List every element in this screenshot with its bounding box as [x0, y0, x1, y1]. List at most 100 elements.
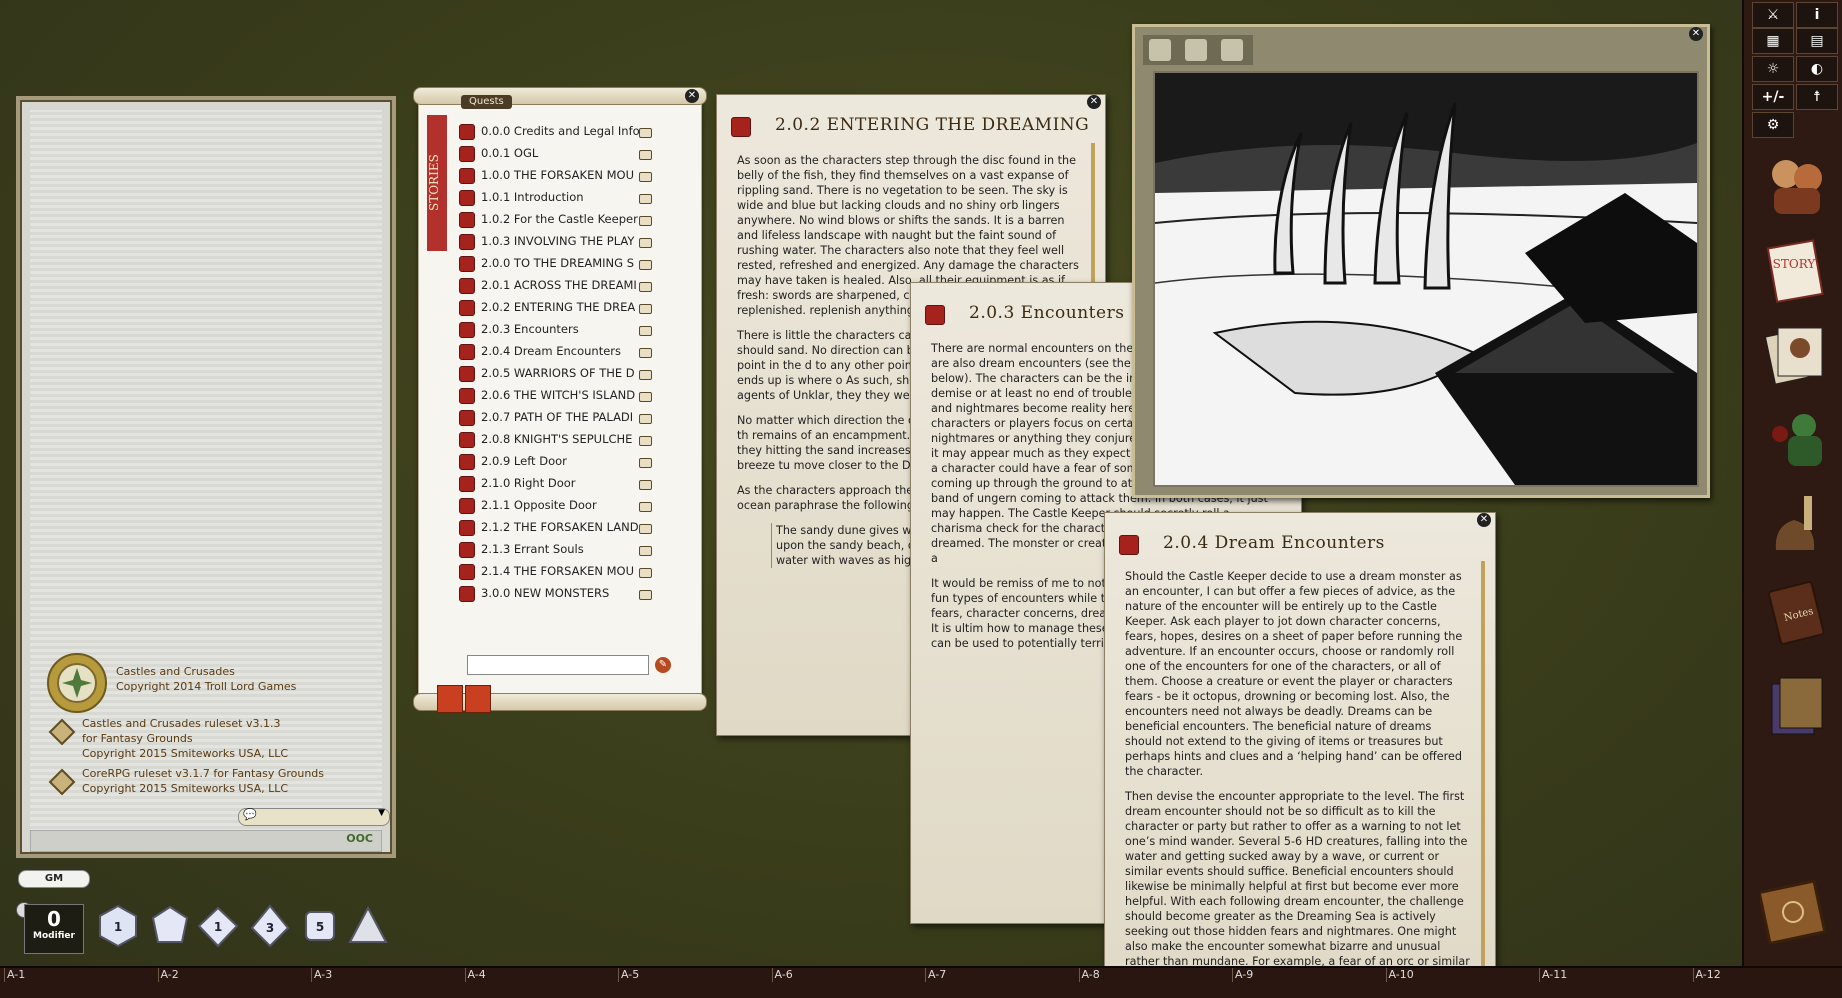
quest-list-item[interactable]: 2.0.8 KNIGHT'S SEPULCHE: [459, 429, 659, 449]
quest-list-item[interactable]: 2.1.0 Right Door: [459, 473, 659, 493]
lighting-button[interactable]: ☼: [1752, 56, 1794, 82]
hotkey-slot[interactable]: A-3: [311, 968, 464, 982]
open-book-icon[interactable]: [639, 546, 652, 556]
story-book-icon[interactable]: STORY: [1764, 234, 1828, 304]
library-button[interactable]: ▤: [1796, 28, 1838, 54]
mask-tool-icon[interactable]: [1149, 39, 1171, 61]
hotkey-slot[interactable]: A-6: [772, 968, 925, 982]
hotkey-slot[interactable]: A-1: [4, 968, 157, 982]
hotkey-slot[interactable]: A-9: [1232, 968, 1385, 982]
hotkey-slot[interactable]: A-11: [1539, 968, 1692, 982]
monster-icon[interactable]: [1764, 404, 1828, 474]
modifier-box[interactable]: 0 Modifier: [24, 904, 84, 954]
open-book-icon[interactable]: [639, 414, 652, 424]
quest-list-item[interactable]: 0.0.1 OGL: [459, 143, 659, 163]
hotkey-slot[interactable]: A-5: [618, 968, 771, 982]
quest-list-item[interactable]: 1.0.2 For the Castle Keeper: [459, 209, 659, 229]
hotkey-slot[interactable]: A-12: [1693, 968, 1842, 982]
open-book-icon[interactable]: [639, 282, 652, 292]
ooc-toggle[interactable]: OOC: [346, 832, 373, 845]
treasure-items-icon[interactable]: [1764, 490, 1828, 560]
quest-list-item[interactable]: 1.0.0 THE FORSAKEN MOU: [459, 165, 659, 185]
quest-list-item[interactable]: 2.0.0 TO THE DREAMING S: [459, 253, 659, 273]
d10-die-icon[interactable]: 1: [196, 904, 240, 948]
options-button[interactable]: ⚙: [1752, 112, 1794, 138]
character-button[interactable]: ☨: [1796, 84, 1838, 110]
tabletop-wood-icon[interactable]: [1760, 878, 1826, 944]
open-book-icon[interactable]: [639, 458, 652, 468]
open-book-icon[interactable]: [639, 590, 652, 600]
quest-list-item[interactable]: 2.1.4 THE FORSAKEN MOU: [459, 561, 659, 581]
open-book-icon[interactable]: [639, 326, 652, 336]
d12-die-icon[interactable]: [148, 904, 192, 948]
quest-filter-input[interactable]: [467, 655, 649, 675]
edit-icon[interactable]: ✎: [655, 657, 671, 673]
quest-list-item[interactable]: 3.0.0 NEW MONSTERS: [459, 583, 659, 603]
quest-list-item[interactable]: 1.0.1 Introduction: [459, 187, 659, 207]
quest-list-item[interactable]: 2.0.7 PATH OF THE PALADI: [459, 407, 659, 427]
open-book-icon[interactable]: [639, 370, 652, 380]
close-icon[interactable]: ✕: [1477, 513, 1491, 527]
info-button[interactable]: i: [1796, 2, 1838, 28]
combat-tracker-button[interactable]: ⚔: [1752, 2, 1794, 28]
open-book-icon[interactable]: [639, 348, 652, 358]
notes-book-icon[interactable]: Notes: [1764, 576, 1828, 646]
d20-die-icon[interactable]: 1: [96, 904, 140, 948]
modules-library-icon[interactable]: [1764, 670, 1828, 740]
images-stack-icon[interactable]: [1764, 318, 1828, 388]
close-icon[interactable]: ✕: [1087, 95, 1101, 109]
open-book-icon[interactable]: [639, 502, 652, 512]
footer-tab-2[interactable]: [465, 685, 491, 713]
open-book-icon[interactable]: [639, 260, 652, 270]
d6-die-icon[interactable]: 5: [298, 904, 342, 948]
quest-list-item[interactable]: 2.1.3 Errant Souls: [459, 539, 659, 559]
eraser-tool-icon[interactable]: [1221, 39, 1243, 61]
open-book-icon[interactable]: [639, 436, 652, 446]
open-book-icon[interactable]: [639, 128, 652, 138]
quest-list-item[interactable]: 2.0.1 ACROSS THE DREAMI: [459, 275, 659, 295]
quests-window[interactable]: Quests ✕ STORIES 0.0.0 Credits and Legal…: [418, 92, 702, 704]
d8-die-icon[interactable]: 3: [248, 904, 292, 948]
quest-list-item[interactable]: 2.1.1 Opposite Door: [459, 495, 659, 515]
grid-button[interactable]: ▦: [1752, 28, 1794, 54]
open-book-icon[interactable]: [639, 392, 652, 402]
quest-list-item[interactable]: 2.0.4 Dream Encounters: [459, 341, 659, 361]
quests-tab[interactable]: Quests: [461, 95, 512, 109]
quest-list-item[interactable]: 2.0.3 Encounters: [459, 319, 659, 339]
open-book-icon[interactable]: [639, 304, 652, 314]
hotkey-slot[interactable]: A-10: [1386, 968, 1539, 982]
chat-log[interactable]: Castles and Crusades Copyright 2014 Trol…: [30, 110, 382, 844]
modifiers-button[interactable]: +/-: [1752, 84, 1794, 110]
open-book-icon[interactable]: [639, 524, 652, 534]
open-book-icon[interactable]: [639, 238, 652, 248]
hotkey-slot[interactable]: A-7: [925, 968, 1078, 982]
pencil-tool-icon[interactable]: [1185, 39, 1207, 61]
quest-list-item[interactable]: 2.0.6 THE WITCH'S ISLAND: [459, 385, 659, 405]
close-icon[interactable]: ✕: [1689, 27, 1703, 41]
quest-list-item[interactable]: 2.0.5 WARRIORS OF THE D: [459, 363, 659, 383]
hotkey-slot[interactable]: A-8: [1079, 968, 1232, 982]
open-book-icon[interactable]: [639, 172, 652, 182]
quest-list-item[interactable]: 2.0.9 Left Door: [459, 451, 659, 471]
open-book-icon[interactable]: [639, 216, 652, 226]
quest-list-item[interactable]: 0.0.0 Credits and Legal Info: [459, 121, 659, 141]
chat-entry-input[interactable]: OOC: [30, 830, 382, 852]
image-canvas[interactable]: [1153, 71, 1699, 487]
quest-list-item[interactable]: 2.1.2 THE FORSAKEN LAND: [459, 517, 659, 537]
characters-portrait-icon[interactable]: [1764, 148, 1828, 218]
hotkey-slot[interactable]: A-4: [465, 968, 618, 982]
text-scrollbar[interactable]: [1481, 561, 1485, 981]
image-window[interactable]: ✕: [1132, 24, 1710, 498]
chat-identity-select[interactable]: 💬 ▼: [238, 808, 390, 826]
quest-list-item[interactable]: 2.0.2 ENTERING THE DREA: [459, 297, 659, 317]
hotkey-slot[interactable]: A-2: [158, 968, 311, 982]
quest-list-item[interactable]: 1.0.3 INVOLVING THE PLAY: [459, 231, 659, 251]
d4-die-icon[interactable]: [346, 904, 390, 948]
tokens-button[interactable]: ◐: [1796, 56, 1838, 82]
close-icon[interactable]: ✕: [685, 89, 699, 103]
open-book-icon[interactable]: [639, 568, 652, 578]
open-book-icon[interactable]: [639, 150, 652, 160]
story-window-dream-encounters[interactable]: 2.0.4 Dream Encounters ✕ Should the Cast…: [1104, 512, 1496, 998]
open-book-icon[interactable]: [639, 480, 652, 490]
footer-tab-1[interactable]: [437, 685, 463, 713]
